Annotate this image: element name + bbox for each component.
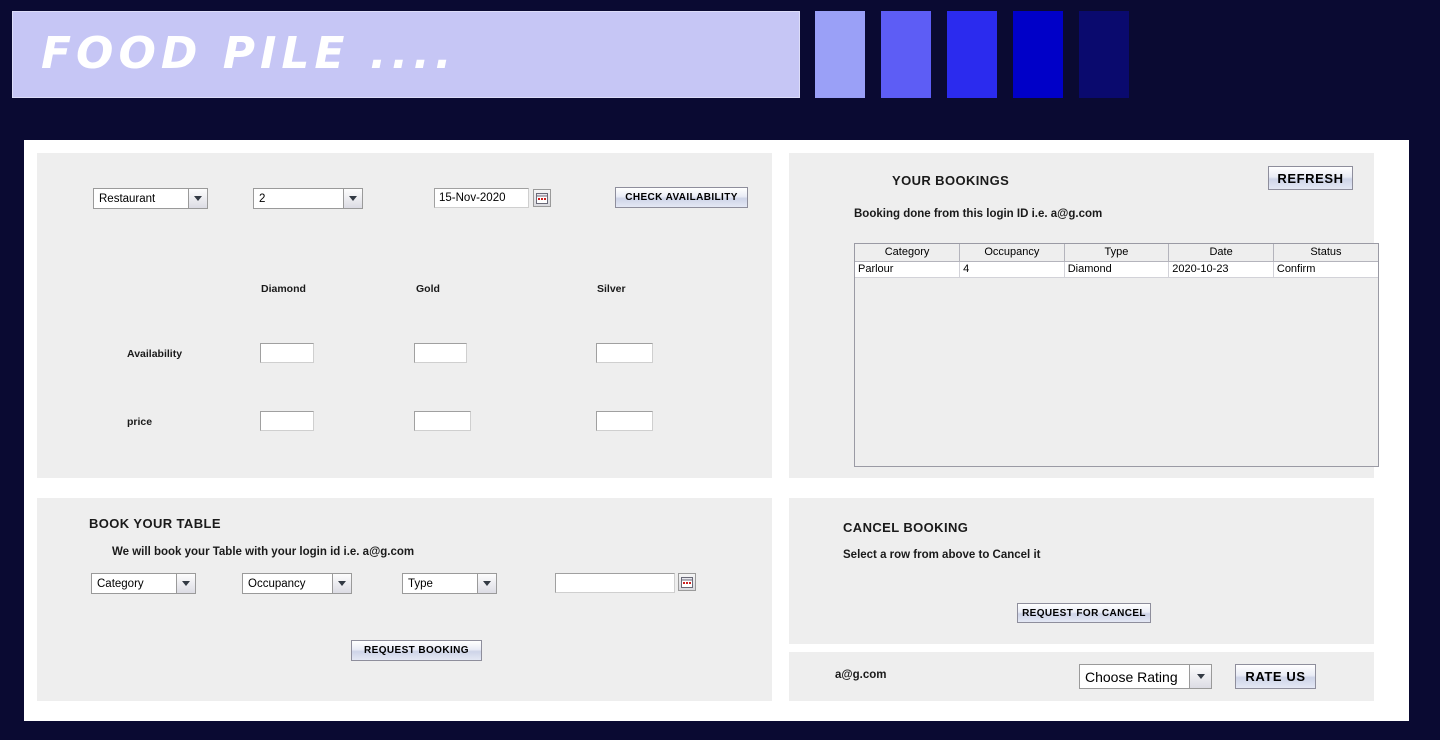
cell-type[interactable]: Diamond <box>1064 261 1170 278</box>
table-header-status[interactable]: Status <box>1273 244 1378 262</box>
rate-us-panel: a@g.com Choose Rating RATE US <box>789 652 1374 701</box>
row-label-availability: Availability <box>127 348 183 360</box>
availability-diamond-input[interactable] <box>260 343 314 363</box>
rate-us-email: a@g.com <box>835 669 887 681</box>
category-select[interactable]: Category <box>91 573 196 594</box>
chevron-down-icon <box>477 574 496 593</box>
calendar-icon[interactable] <box>533 189 551 207</box>
row-label-price: price <box>127 416 153 428</box>
book-occupancy-select[interactable]: Occupancy <box>242 573 352 594</box>
cancel-booking-note: Select a row from above to Cancel it <box>843 549 1041 561</box>
book-date-input[interactable] <box>555 573 675 593</box>
request-cancel-button[interactable]: REQUEST FOR CANCEL <box>1017 603 1151 623</box>
color-swatch-3 <box>947 11 997 98</box>
type-select[interactable]: Type <box>402 573 497 594</box>
availability-panel: Restaurant 2 15-Nov-2020 CHECK AVAILABIL… <box>37 153 772 478</box>
cancel-booking-title: CANCEL BOOKING <box>843 520 969 535</box>
book-table-panel: BOOK YOUR TABLE We will book your Table … <box>37 498 772 701</box>
occupancy-select-label: 2 <box>254 189 343 208</box>
bookings-grid: Category Occupancy Type Date Status Parl… <box>855 244 1378 278</box>
refresh-button[interactable]: REFRESH <box>1268 166 1353 190</box>
price-diamond-input[interactable] <box>260 411 314 431</box>
color-swatch-4 <box>1013 11 1063 98</box>
book-occupancy-select-label: Occupancy <box>243 574 332 593</box>
cell-status[interactable]: Confirm <box>1273 261 1378 278</box>
bookings-panel: YOUR BOOKINGS REFRESH Booking done from … <box>789 153 1379 478</box>
brand-banner: FOOD PILE .... <box>12 11 800 98</box>
rate-us-button[interactable]: RATE US <box>1235 664 1316 689</box>
chevron-down-icon <box>176 574 195 593</box>
occupancy-select[interactable]: 2 <box>253 188 363 209</box>
bookings-login-note: Booking done from this login ID i.e. a@g… <box>854 208 1103 220</box>
cancel-booking-panel: CANCEL BOOKING Select a row from above t… <box>789 498 1374 644</box>
table-header-category[interactable]: Category <box>855 244 961 262</box>
chevron-down-icon <box>188 189 207 208</box>
category-select-label: Category <box>92 574 176 593</box>
main-window: Restaurant 2 15-Nov-2020 CHECK AVAILABIL… <box>24 140 1409 721</box>
color-swatch-strip <box>815 11 1135 98</box>
table-header-type[interactable]: Type <box>1064 244 1170 262</box>
header: FOOD PILE .... <box>0 0 1440 110</box>
color-swatch-1 <box>815 11 865 98</box>
book-table-note: We will book your Table with your login … <box>112 546 415 558</box>
restaurant-select-label: Restaurant <box>94 189 188 208</box>
table-header-occupancy[interactable]: Occupancy <box>959 244 1065 262</box>
table-header-row: Category Occupancy Type Date Status <box>855 244 1378 262</box>
type-select-label: Type <box>403 574 477 593</box>
color-swatch-5 <box>1079 11 1129 98</box>
bookings-table[interactable]: Category Occupancy Type Date Status Parl… <box>854 243 1379 467</box>
table-row[interactable]: Parlour 4 Diamond 2020-10-23 Confirm <box>855 261 1378 278</box>
price-silver-input[interactable] <box>596 411 653 431</box>
rating-select-label: Choose Rating <box>1080 665 1189 688</box>
cell-occupancy[interactable]: 4 <box>959 261 1065 278</box>
brand-title: FOOD PILE .... <box>41 28 457 79</box>
cell-category[interactable]: Parlour <box>855 261 961 278</box>
bookings-title: YOUR BOOKINGS <box>892 173 1010 188</box>
color-swatch-2 <box>881 11 931 98</box>
availability-date-input[interactable]: 15-Nov-2020 <box>434 188 529 208</box>
check-availability-button[interactable]: CHECK AVAILABILITY <box>615 187 748 208</box>
application-root: FOOD PILE .... Restaurant 2 15-Nov-2020 <box>0 0 1440 740</box>
chevron-down-icon <box>1189 665 1211 688</box>
column-header-silver: Silver <box>597 283 626 295</box>
availability-silver-input[interactable] <box>596 343 653 363</box>
price-gold-input[interactable] <box>414 411 471 431</box>
chevron-down-icon <box>332 574 351 593</box>
book-table-title: BOOK YOUR TABLE <box>89 516 221 531</box>
column-header-diamond: Diamond <box>261 283 306 295</box>
cell-date[interactable]: 2020-10-23 <box>1168 261 1274 278</box>
restaurant-select[interactable]: Restaurant <box>93 188 208 209</box>
calendar-icon[interactable] <box>678 573 696 591</box>
request-booking-button[interactable]: REQUEST BOOKING <box>351 640 482 661</box>
availability-gold-input[interactable] <box>414 343 467 363</box>
chevron-down-icon <box>343 189 362 208</box>
table-header-date[interactable]: Date <box>1168 244 1274 262</box>
rating-select[interactable]: Choose Rating <box>1079 664 1212 689</box>
column-header-gold: Gold <box>416 283 440 295</box>
